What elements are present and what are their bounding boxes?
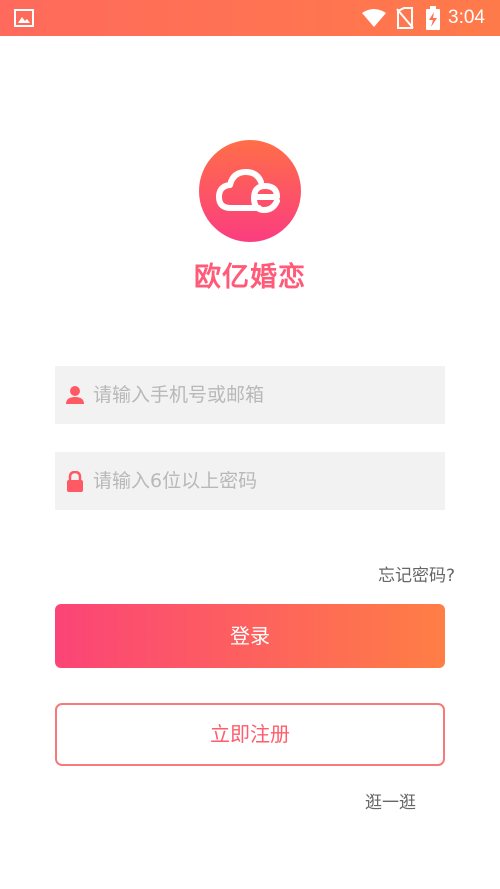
battery-charging-icon bbox=[426, 6, 440, 34]
brand-name: 欧亿婚恋 bbox=[194, 262, 306, 293]
app-logo bbox=[197, 138, 303, 244]
user-icon bbox=[65, 385, 85, 405]
no-sim-icon bbox=[396, 7, 414, 33]
status-time: 3:04 bbox=[448, 7, 485, 28]
register-button[interactable]: 立即注册 bbox=[55, 703, 445, 766]
password-field[interactable] bbox=[55, 452, 445, 510]
account-field[interactable] bbox=[55, 366, 445, 424]
login-button[interactable]: 登录 bbox=[55, 604, 445, 668]
gallery-icon bbox=[14, 9, 34, 31]
lock-icon bbox=[65, 470, 85, 492]
wifi-icon bbox=[361, 8, 387, 32]
browse-link[interactable]: 逛一逛 bbox=[365, 788, 416, 813]
forgot-password-link[interactable]: 忘记密码? bbox=[378, 561, 455, 586]
status-bar: 3:04 bbox=[0, 0, 500, 36]
account-input[interactable] bbox=[93, 366, 433, 424]
cloud-e-logo-icon bbox=[199, 140, 301, 242]
password-input[interactable] bbox=[93, 452, 433, 510]
